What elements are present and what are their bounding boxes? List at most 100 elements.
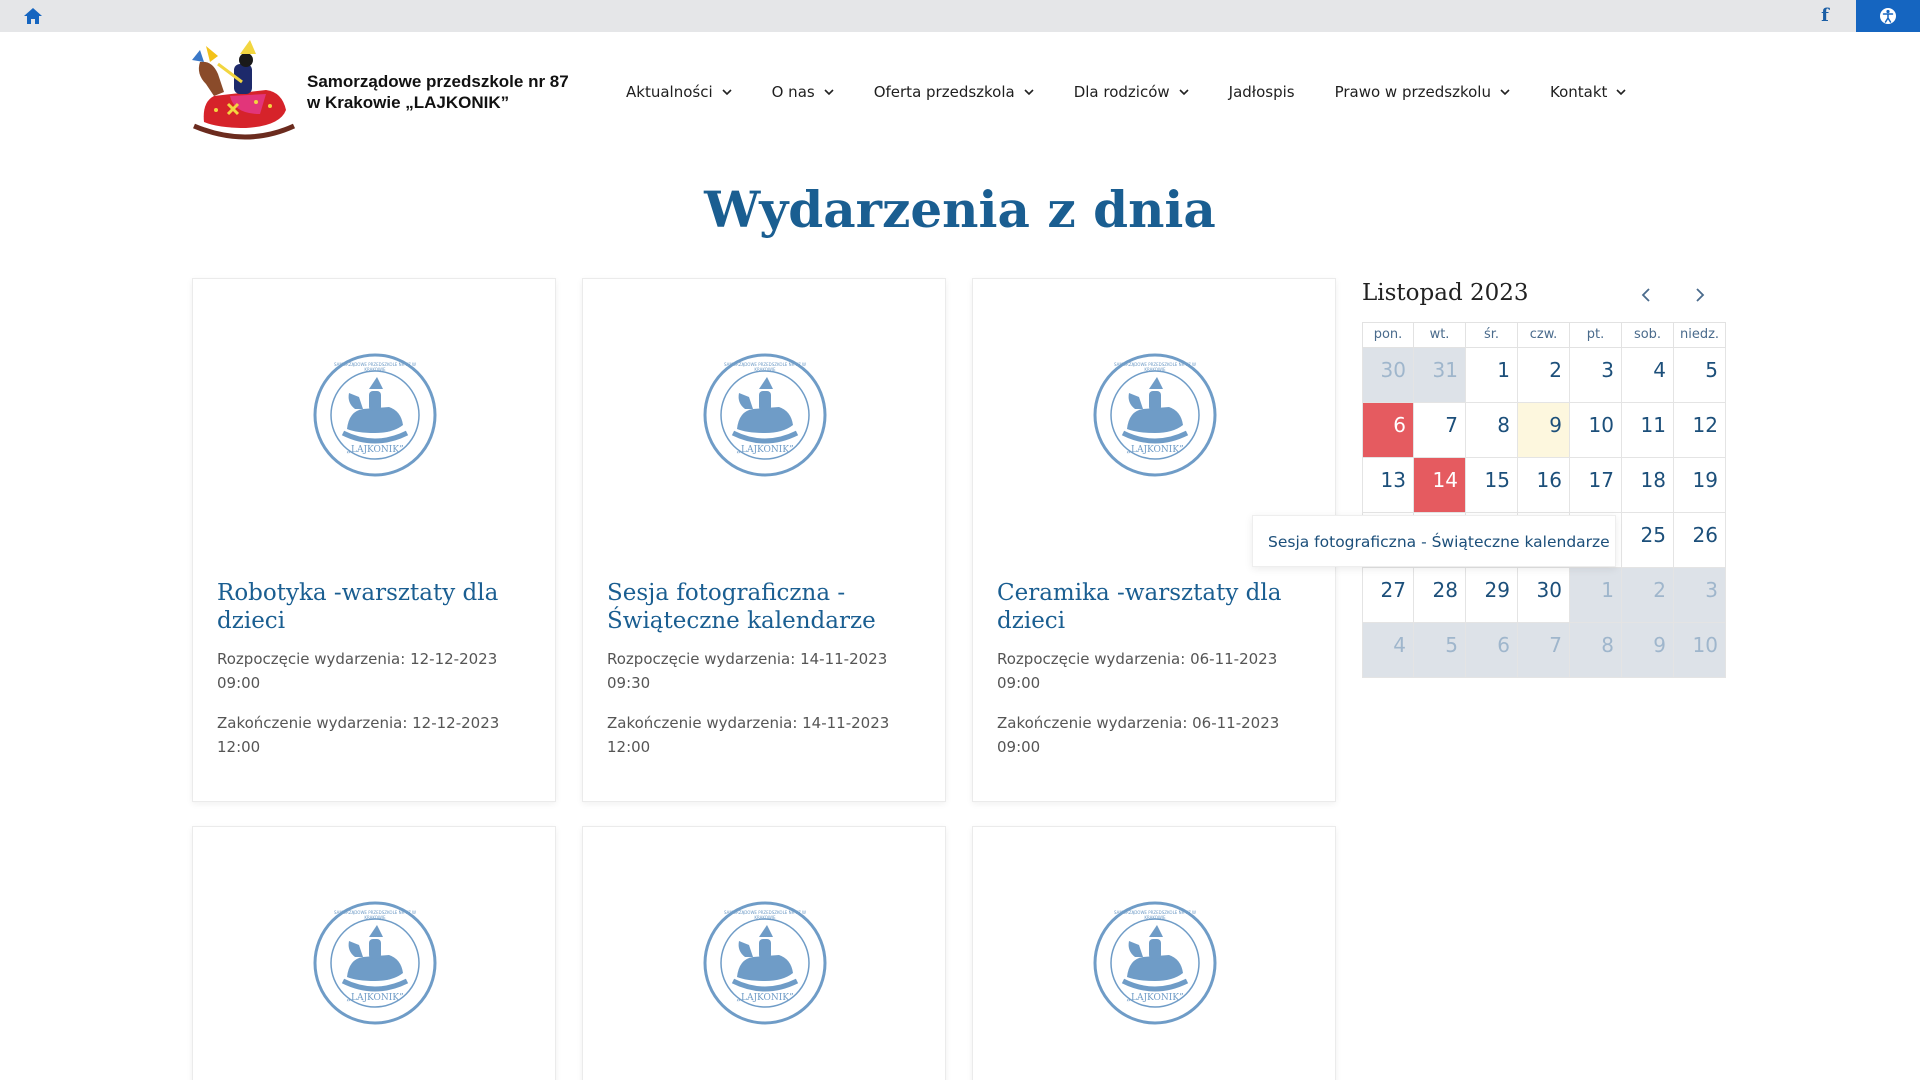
event-title[interactable]: Sesja fotograficzna - Świąteczne kalenda…	[607, 579, 927, 635]
preschool-emblem: „LAJKONIK” SAMORZĄDOWE PRZEDSZKOLE NR 87 …	[1093, 901, 1217, 1025]
event-start: Rozpoczęcie wydarzenia: 14-11-2023 09:30	[607, 650, 888, 692]
emblem-text: „LAJKONIK”	[346, 445, 404, 455]
event-end: Zakończenie wydarzenia: 12-12-2023 12:00	[217, 714, 500, 756]
calendar-day[interactable]: 4	[1622, 348, 1674, 403]
home-icon[interactable]	[22, 6, 44, 26]
calendar-day[interactable]: 3	[1674, 568, 1726, 623]
nav-item-dla-rodzicow[interactable]: Dla rodziców	[1074, 83, 1189, 101]
calendar-day[interactable]: 17	[1570, 458, 1622, 513]
chevron-down-icon	[722, 89, 732, 96]
nav-item-label: O nas	[771, 83, 815, 101]
event-card[interactable]: „LAJKONIK” SAMORZĄDOWE PRZEDSZKOLE NR 87 …	[582, 826, 946, 1080]
calendar-day-event[interactable]: 14	[1414, 458, 1466, 513]
calendar-day[interactable]: 26	[1674, 513, 1726, 568]
nav-item-kontakt[interactable]: Kontakt	[1550, 83, 1626, 101]
nav-item-oferta[interactable]: Oferta przedszkola	[874, 83, 1034, 101]
accessibility-button[interactable]	[1856, 0, 1920, 32]
nav-item-aktualnosci[interactable]: Aktualności	[626, 83, 732, 101]
emblem-ring-text: SAMORZĄDOWE PRZEDSZKOLE NR 87 W KRAKOWIE	[1114, 910, 1196, 920]
emblem-text: „LAJKONIK”	[736, 993, 794, 1003]
chevron-down-icon	[824, 89, 834, 96]
calendar-day[interactable]: 30	[1518, 568, 1570, 623]
calendar-day[interactable]: 10	[1570, 403, 1622, 458]
event-title[interactable]: Ceramika -warsztaty dla dzieci	[997, 579, 1317, 635]
accessibility-icon	[1880, 8, 1896, 24]
weekday-label: śr.	[1466, 322, 1518, 348]
calendar-day[interactable]: 19	[1674, 458, 1726, 513]
calendar-day[interactable]: 2	[1518, 348, 1570, 403]
nav-item-label: Jadłospis	[1228, 83, 1295, 101]
facebook-icon[interactable]: f	[1812, 5, 1838, 27]
preschool-emblem: „LAJKONIK” SAMORZĄDOWE PRZEDSZKOLE NR 87 …	[703, 901, 827, 1025]
calendar-day[interactable]: 15	[1466, 458, 1518, 513]
preschool-emblem: „LAJKONIK” SAMORZĄDOWE PRZEDSZKOLE NR 87 …	[313, 353, 437, 477]
brand-line-2: w Krakowie „LAJKONIK”	[307, 93, 510, 112]
calendar-day[interactable]: 12	[1674, 403, 1726, 458]
calendar-day[interactable]: 9	[1518, 403, 1570, 458]
nav-item-jadlospis[interactable]: Jadłospis	[1229, 83, 1295, 101]
calendar-day[interactable]: 10	[1674, 623, 1726, 678]
page-title: Wydarzenia z dnia	[704, 180, 1216, 239]
brand-name[interactable]: Samorządowe przedszkole nr 87 w Krakowie…	[307, 71, 607, 113]
calendar-day[interactable]: 2	[1622, 568, 1674, 623]
calendar-day[interactable]: 28	[1414, 568, 1466, 623]
preschool-emblem: „LAJKONIK” SAMORZĄDOWE PRZEDSZKOLE NR 87 …	[703, 353, 827, 477]
calendar-day[interactable]: 4	[1362, 623, 1414, 678]
site-logo[interactable]	[190, 40, 302, 144]
chevron-down-icon	[1500, 89, 1510, 96]
nav-item-o-nas[interactable]: O nas	[772, 83, 834, 101]
calendar-day[interactable]: 27	[1362, 568, 1414, 623]
main-nav: Aktualności O nas Oferta przedszkola Dla…	[626, 80, 1626, 104]
emblem-ring-text: SAMORZĄDOWE PRZEDSZKOLE NR 87 W KRAKOWIE	[724, 362, 806, 372]
nav-item-label: Dla rodziców	[1073, 83, 1170, 101]
calendar-day-event[interactable]: 6	[1362, 403, 1414, 458]
calendar-month-title: Listopad 2023	[1362, 280, 1529, 306]
calendar-day[interactable]: 29	[1466, 568, 1518, 623]
calendar-day[interactable]: 1	[1570, 568, 1622, 623]
event-card[interactable]: „LAJKONIK” SAMORZĄDOWE PRZEDSZKOLE NR 87 …	[192, 826, 556, 1080]
calendar-day[interactable]: 13	[1362, 458, 1414, 513]
nav-item-label: Prawo w przedszkolu	[1334, 83, 1491, 101]
chevron-left-icon[interactable]	[1638, 287, 1654, 303]
emblem-ring-text: SAMORZĄDOWE PRZEDSZKOLE NR 87 W KRAKOWIE	[724, 910, 806, 920]
calendar-day[interactable]: 25	[1622, 513, 1674, 568]
chevron-right-icon[interactable]	[1692, 287, 1708, 303]
calendar-day[interactable]: 31	[1414, 348, 1466, 403]
event-tooltip[interactable]: Sesja fotograficzna - Świąteczne kalenda…	[1252, 515, 1616, 567]
emblem-text: „LAJKONIK”	[1126, 445, 1184, 455]
event-card[interactable]: „LAJKONIK” SAMORZĄDOWE PRZEDSZKOLE NR 87 …	[582, 278, 946, 802]
calendar-day[interactable]: 6	[1466, 623, 1518, 678]
event-start: Rozpoczęcie wydarzenia: 06-11-2023 09:00	[997, 650, 1278, 692]
event-title[interactable]: Robotyka -warsztaty dla dzieci	[217, 579, 537, 635]
event-card[interactable]: „LAJKONIK” SAMORZĄDOWE PRZEDSZKOLE NR 87 …	[972, 826, 1336, 1080]
calendar-day[interactable]: 5	[1674, 348, 1726, 403]
nav-item-label: Aktualności	[626, 83, 713, 101]
weekday-label: pt.	[1570, 322, 1622, 348]
chevron-down-icon	[1024, 89, 1034, 96]
event-card[interactable]: „LAJKONIK” SAMORZĄDOWE PRZEDSZKOLE NR 87 …	[192, 278, 556, 802]
nav-item-label: Oferta przedszkola	[873, 83, 1015, 101]
calendar-day[interactable]: 30	[1362, 348, 1414, 403]
preschool-emblem: „LAJKONIK” SAMORZĄDOWE PRZEDSZKOLE NR 87 …	[1093, 353, 1217, 477]
calendar-day[interactable]: 5	[1414, 623, 1466, 678]
weekday-label: wt.	[1414, 322, 1466, 348]
calendar-day[interactable]: 16	[1518, 458, 1570, 513]
calendar-day[interactable]: 8	[1466, 403, 1518, 458]
calendar-day[interactable]: 18	[1622, 458, 1674, 513]
emblem-ring-text: SAMORZĄDOWE PRZEDSZKOLE NR 87 W KRAKOWIE	[334, 362, 416, 372]
calendar-day[interactable]: 11	[1622, 403, 1674, 458]
calendar-day[interactable]: 3	[1570, 348, 1622, 403]
calendar-day[interactable]: 7	[1518, 623, 1570, 678]
calendar-day[interactable]: 7	[1414, 403, 1466, 458]
calendar-day[interactable]: 9	[1622, 623, 1674, 678]
calendar-day[interactable]: 8	[1570, 623, 1622, 678]
event-end: Zakończenie wydarzenia: 14-11-2023 12:00	[607, 714, 890, 756]
nav-item-prawo[interactable]: Prawo w przedszkolu	[1335, 83, 1510, 101]
calendar-weekdays: pon. wt. śr. czw. pt. sob. niedz.	[1362, 322, 1728, 348]
preschool-emblem: „LAJKONIK” SAMORZĄDOWE PRZEDSZKOLE NR 87 …	[313, 901, 437, 1025]
top-bar: f	[0, 0, 1920, 32]
calendar-day[interactable]: 1	[1466, 348, 1518, 403]
emblem-text: „LAJKONIK”	[346, 993, 404, 1003]
weekday-label: niedz.	[1674, 322, 1726, 348]
emblem-ring-text: SAMORZĄDOWE PRZEDSZKOLE NR 87 W KRAKOWIE	[334, 910, 416, 920]
